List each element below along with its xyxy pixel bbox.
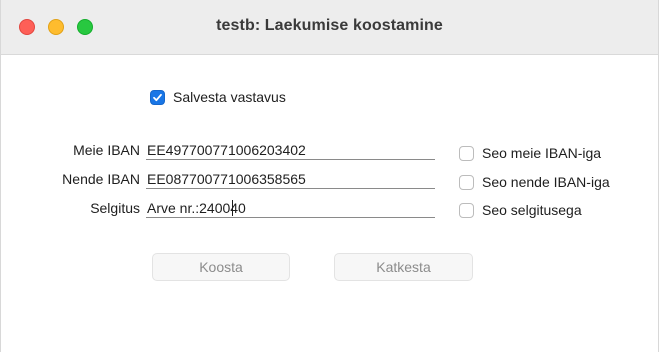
link-their-iban-checkbox[interactable] [459, 175, 474, 190]
link-description-checkbox[interactable] [459, 203, 474, 218]
text-caret [232, 200, 233, 216]
their-iban-label: Nende IBAN [62, 171, 140, 187]
dialog-window: testb: Laekumise koostamine Salvesta vas… [0, 0, 659, 352]
window-title: testb: Laekumise koostamine [216, 17, 443, 34]
their-iban-field[interactable]: EE087700771006358565 [146, 169, 435, 189]
description-label: Selgitus [90, 200, 140, 216]
cancel-button[interactable]: Katkesta [334, 253, 473, 281]
link-our-iban-checkbox[interactable] [459, 146, 474, 161]
compose-button[interactable]: Koosta [152, 253, 290, 281]
our-iban-field[interactable]: EE497700771006203402 [146, 140, 435, 160]
save-match-checkbox[interactable] [150, 90, 165, 105]
save-match-label[interactable]: Salvesta vastavus [173, 89, 286, 105]
link-their-iban-label[interactable]: Seo nende IBAN-iga [482, 174, 610, 190]
description-field[interactable]: Arve nr.:240040 [146, 198, 435, 218]
checkmark-icon [153, 93, 162, 102]
our-iban-label: Meie IBAN [73, 142, 140, 158]
link-our-iban-label[interactable]: Seo meie IBAN-iga [482, 145, 601, 161]
title-bar: testb: Laekumise koostamine [1, 0, 658, 55]
link-description-label[interactable]: Seo selgitusega [482, 202, 582, 218]
